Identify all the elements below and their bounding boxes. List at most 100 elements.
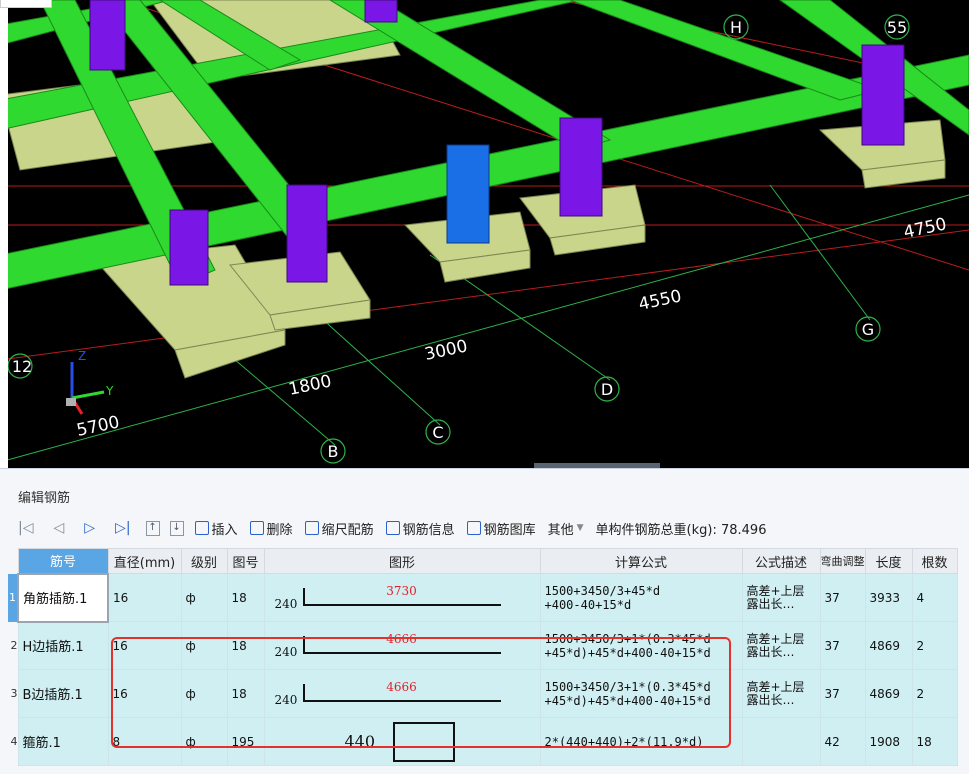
shape-left-dim: 240 [274, 597, 298, 611]
col-header-bend[interactable]: 弯曲调整 [819, 548, 866, 574]
count-cell[interactable]: 2 [911, 621, 958, 670]
length-cell[interactable]: 4869 [864, 669, 913, 718]
formula-cell[interactable]: 1500+3450/3+45*d +400-40+15*d [539, 573, 743, 622]
nav-first-button[interactable]: |◁ [8, 516, 43, 540]
length-cell[interactable]: 3933 [864, 573, 913, 622]
figure-no-cell[interactable]: 195 [226, 717, 265, 766]
coordinate-axes-icon: Z Y [66, 349, 114, 415]
rebar-info-label: 钢筋信息 [402, 522, 455, 538]
other-label: 其他 [547, 522, 574, 538]
diameter-cell[interactable]: 16 [107, 669, 182, 718]
table-header: 筋号 直径(mm) 级别 图号 图形 计算公式 公式描述 弯曲调整 长度 根数 [8, 548, 958, 574]
count-cell[interactable]: 2 [911, 669, 958, 718]
shape-bar-icon [302, 604, 501, 606]
rebar-library-button[interactable]: 钢筋图库 [461, 516, 542, 540]
figure-no-cell[interactable]: 18 [226, 573, 265, 622]
diameter-cell[interactable]: 8 [107, 717, 182, 766]
nav-prev-button[interactable]: ◁ [43, 516, 74, 540]
grade-cell[interactable]: ф [180, 669, 228, 718]
description-cell[interactable]: 高差+上层 露出长… [741, 669, 821, 718]
col-header-figure-no[interactable]: 图号 [226, 548, 265, 574]
delete-button[interactable]: 删除 [244, 516, 299, 540]
count-cell[interactable]: 18 [911, 717, 958, 766]
scale-rebar-button[interactable]: 缩尺配筋 [299, 516, 380, 540]
description-cell[interactable]: 高差+上层 露出长… [741, 573, 821, 622]
count-cell[interactable]: 4 [911, 573, 958, 622]
formula-cell[interactable]: 1500+3450/3+1*(0.3*45*d +45*d)+45*d+400-… [539, 621, 743, 670]
rebar-3d-scene[interactable]: H 55 G D C B 12 4750 4550 3000 1800 5700… [0, 0, 969, 468]
move-up-button[interactable]: ↑ [145, 520, 160, 536]
description-cell[interactable] [741, 717, 821, 766]
col-header-shape[interactable]: 图形 [263, 548, 541, 574]
selected-column [446, 144, 490, 244]
dim-5700: 5700 [75, 412, 121, 441]
bend-cell[interactable]: 37 [819, 669, 866, 718]
shape-length[interactable]: 4666 [303, 632, 501, 646]
shape-length[interactable]: 3730 [303, 584, 501, 598]
left-edge-strip [0, 0, 8, 468]
diameter-cell[interactable]: 16 [107, 573, 182, 622]
nav-last-button[interactable]: ▷| [105, 516, 140, 540]
description-cell[interactable]: 高差+上层 露出长… [741, 621, 821, 670]
bend-cell[interactable]: 37 [819, 573, 866, 622]
col-header-diameter[interactable]: 直径(mm) [107, 548, 182, 574]
rebar-info-button[interactable]: 钢筋信息 [380, 516, 461, 540]
table-row[interactable]: 3 B边插筋.1 16 ф 18 240 4666 1500+3450/3+1*… [8, 669, 958, 718]
col-header-length[interactable]: 长度 [864, 548, 913, 574]
row-number[interactable]: 2 [8, 621, 18, 670]
bend-cell[interactable]: 37 [819, 621, 866, 670]
col-header-description[interactable]: 公式描述 [741, 548, 821, 574]
axis-z-label: Z [78, 349, 86, 363]
bar-name-cell[interactable]: 箍筋.1 [17, 717, 109, 766]
col-header-count[interactable]: 根数 [911, 548, 958, 574]
shape-cell[interactable]: 240 3730 [263, 573, 541, 622]
row-number[interactable]: 3 [8, 669, 18, 718]
shape-left-dim: 240 [274, 693, 298, 707]
col-header-grade[interactable]: 级别 [180, 548, 228, 574]
axis-label-g: G [862, 320, 874, 339]
grade-cell[interactable]: ф [180, 717, 228, 766]
shape-cell[interactable]: 440 [263, 717, 541, 766]
other-menu-button[interactable]: 其他 ▼ [542, 516, 590, 540]
length-cell[interactable]: 4869 [864, 621, 913, 670]
bar-name-cell[interactable]: 角筋插筋.1 [17, 572, 109, 623]
grade-cell[interactable]: ф [180, 621, 228, 670]
panel-title: 编辑钢筋 [18, 491, 71, 506]
shape-cell[interactable]: 240 4666 [263, 621, 541, 670]
formula-cell[interactable]: 2*(440+440)+2*(11.9*d) [539, 717, 743, 766]
rebar-edit-panel: 编辑钢筋 |◁ ◁ ▷ ▷| ↑ ↓ 插入 删除 缩尺配筋 钢筋信息 钢筋图库 … [0, 468, 969, 774]
bend-cell[interactable]: 42 [819, 717, 866, 766]
dim-3000: 3000 [423, 336, 469, 365]
diameter-cell[interactable]: 16 [107, 621, 182, 670]
row-number[interactable]: 1 [8, 573, 18, 622]
insert-button[interactable]: 插入 [189, 516, 244, 540]
insert-label: 插入 [211, 522, 238, 538]
bar-name-cell[interactable]: B边插筋.1 [17, 669, 109, 718]
table-row[interactable]: 2 H边插筋.1 16 ф 18 240 4666 1500+3450/3+1*… [8, 621, 958, 670]
formula-cell[interactable]: 1500+3450/3+1*(0.3*45*d +45*d)+45*d+400-… [539, 669, 743, 718]
stirrup-shape-icon [392, 722, 455, 762]
delete-label: 删除 [266, 522, 293, 538]
col-header-bar-no[interactable]: 筋号 [17, 548, 109, 574]
nav-next-button[interactable]: ▷ [74, 516, 105, 540]
col-header-formula[interactable]: 计算公式 [539, 548, 743, 574]
table-row[interactable]: 1 角筋插筋.1 16 ф 18 240 3730 1500+3450/3+45… [8, 572, 958, 623]
length-cell[interactable]: 1908 [864, 717, 913, 766]
chevron-down-icon: ▼ [576, 523, 584, 533]
bar-name-cell[interactable]: H边插筋.1 [17, 621, 109, 670]
figure-no-cell[interactable]: 18 [226, 621, 265, 670]
3d-viewport[interactable]: H 55 G D C B 12 4750 4550 3000 1800 5700… [0, 0, 969, 468]
shape-cell[interactable]: 240 4666 [263, 669, 541, 718]
rebar-table: 筋号 直径(mm) 级别 图号 图形 计算公式 公式描述 弯曲调整 长度 根数 … [8, 548, 958, 766]
shape-length[interactable]: 4666 [303, 680, 501, 694]
top-left-tab [0, 0, 52, 8]
table-row[interactable]: 4 箍筋.1 8 ф 195 440 2*(440+440)+2*(11.9*d… [8, 717, 958, 766]
grade-cell[interactable]: ф [180, 573, 228, 622]
row-number[interactable]: 4 [8, 717, 18, 766]
total-weight: 单构件钢筋总重(kg): 78.496 [595, 522, 767, 538]
figure-no-cell[interactable]: 18 [226, 669, 265, 718]
shape-bar-icon [302, 652, 501, 654]
trash-icon [249, 521, 264, 535]
dim-1800: 1800 [287, 371, 333, 400]
move-down-button[interactable]: ↓ [169, 520, 184, 536]
